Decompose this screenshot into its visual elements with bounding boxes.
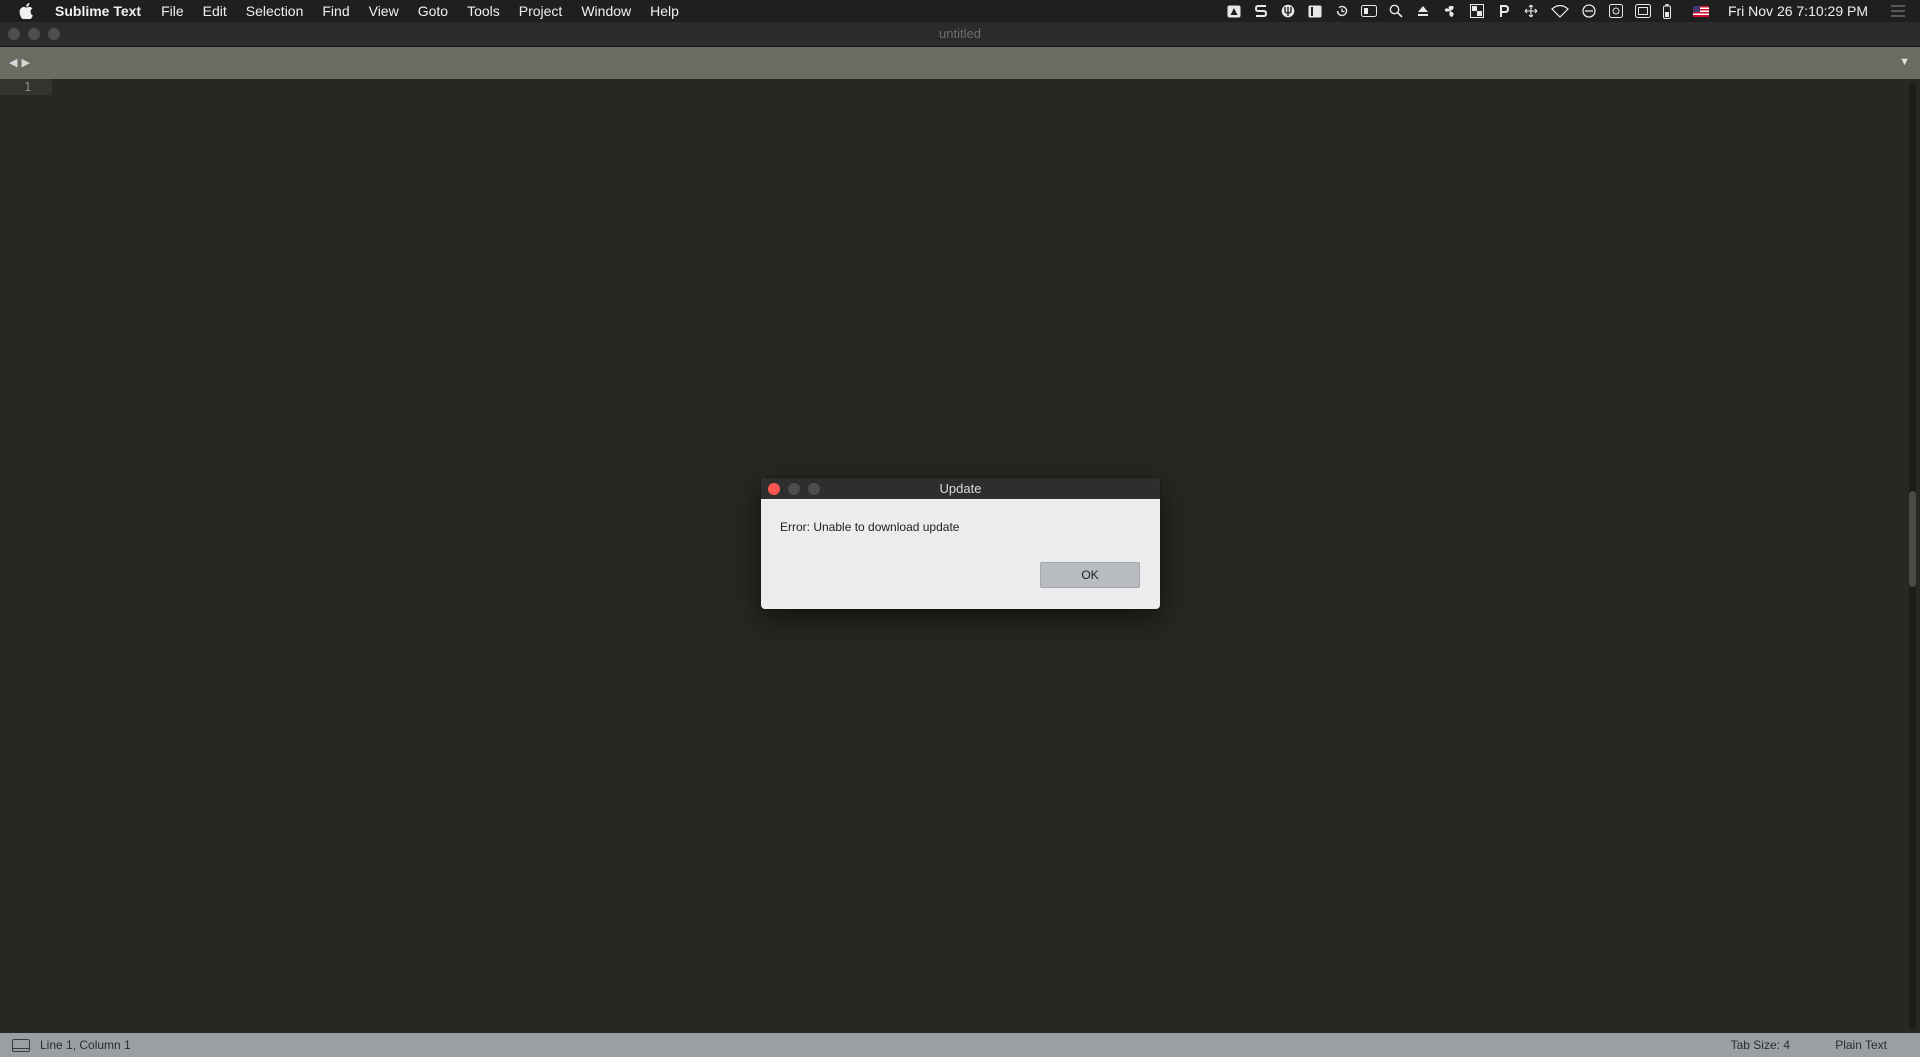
fork-icon[interactable] [1280,4,1296,18]
grid-icon[interactable] [1469,4,1485,18]
tab-navigation: ◀ ▶ [9,56,34,69]
menu-goto[interactable]: Goto [418,3,448,19]
history-icon[interactable] [1334,4,1350,18]
window-title-bar: untitled [0,22,1920,47]
menu-app-name[interactable]: Sublime Text [55,3,141,19]
battery-icon[interactable] [1662,3,1672,19]
dialog-title-bar: Update [761,478,1160,499]
menu-file[interactable]: File [161,3,184,19]
fan-icon[interactable] [1442,4,1458,18]
menu-window[interactable]: Window [581,3,631,19]
ok-button[interactable]: OK [1040,562,1140,588]
camera-icon[interactable] [1634,4,1651,18]
scrollbar-thumb[interactable] [1909,491,1916,587]
menu-edit[interactable]: Edit [203,3,227,19]
apple-menu-icon[interactable] [15,0,37,22]
dialog-title: Update [939,481,982,496]
cursor-position: Line 1, Column 1 [40,1038,131,1052]
spotlight-icon[interactable] [1388,4,1404,18]
do-not-disturb-icon[interactable] [1581,4,1597,18]
window-title: untitled [939,26,981,41]
tab-next-arrow-icon[interactable]: ▶ [21,56,29,69]
tab-size-selector[interactable]: Tab Size: 4 [1731,1038,1790,1052]
panel-toggle-icon[interactable] [12,1039,30,1052]
tab-bar: ◀ ▶ ▼ [0,47,1920,79]
move-icon[interactable] [1523,4,1539,18]
notification-center-icon[interactable] [1890,4,1906,18]
line-number: 1 [24,80,32,94]
tab-list-dropdown-icon[interactable]: ▼ [1899,56,1910,68]
menu-bar-clock[interactable]: Fri Nov 26 7:10:29 PM [1728,3,1868,19]
s-app-icon[interactable] [1253,4,1269,18]
display-icon[interactable] [1360,4,1377,18]
menu-bar: Sublime Text File Edit Selection Find Vi… [0,0,1920,22]
status-bar: Line 1, Column 1 Tab Size: 4 Plain Text [0,1033,1920,1057]
drive-icon[interactable] [1226,4,1242,18]
menu-view[interactable]: View [369,3,399,19]
p-app-icon[interactable] [1496,4,1512,18]
tab-prev-arrow-icon[interactable]: ◀ [9,56,17,69]
menu-bar-status-area: Fri Nov 26 7:10:29 PM [1226,0,1920,22]
menu-tools[interactable]: Tools [467,3,500,19]
screenshot-icon[interactable] [1608,4,1624,18]
menu-help[interactable]: Help [650,3,679,19]
us-flag-icon[interactable] [1692,4,1709,18]
sidebar-icon[interactable] [1307,4,1323,18]
menu-project[interactable]: Project [519,3,563,19]
syntax-selector[interactable]: Plain Text [1835,1038,1887,1052]
menu-find[interactable]: Find [322,3,349,19]
menu-selection[interactable]: Selection [246,3,304,19]
update-dialog: Update Error: Unable to download update … [760,477,1161,610]
dialog-error-message: Error: Unable to download update [780,520,960,534]
eject-icon[interactable] [1415,4,1431,18]
wifi-icon[interactable] [1550,4,1570,18]
